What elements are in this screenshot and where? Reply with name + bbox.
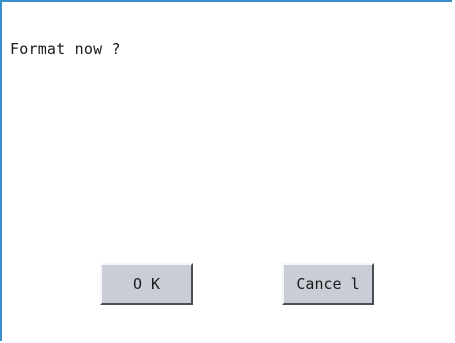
cancel-button[interactable]: Cance l xyxy=(282,263,374,305)
ok-button[interactable]: O K xyxy=(100,263,193,305)
dialog-message: Format now ? xyxy=(10,40,121,58)
format-confirm-dialog: Format now ? O K Cance l xyxy=(0,0,452,341)
